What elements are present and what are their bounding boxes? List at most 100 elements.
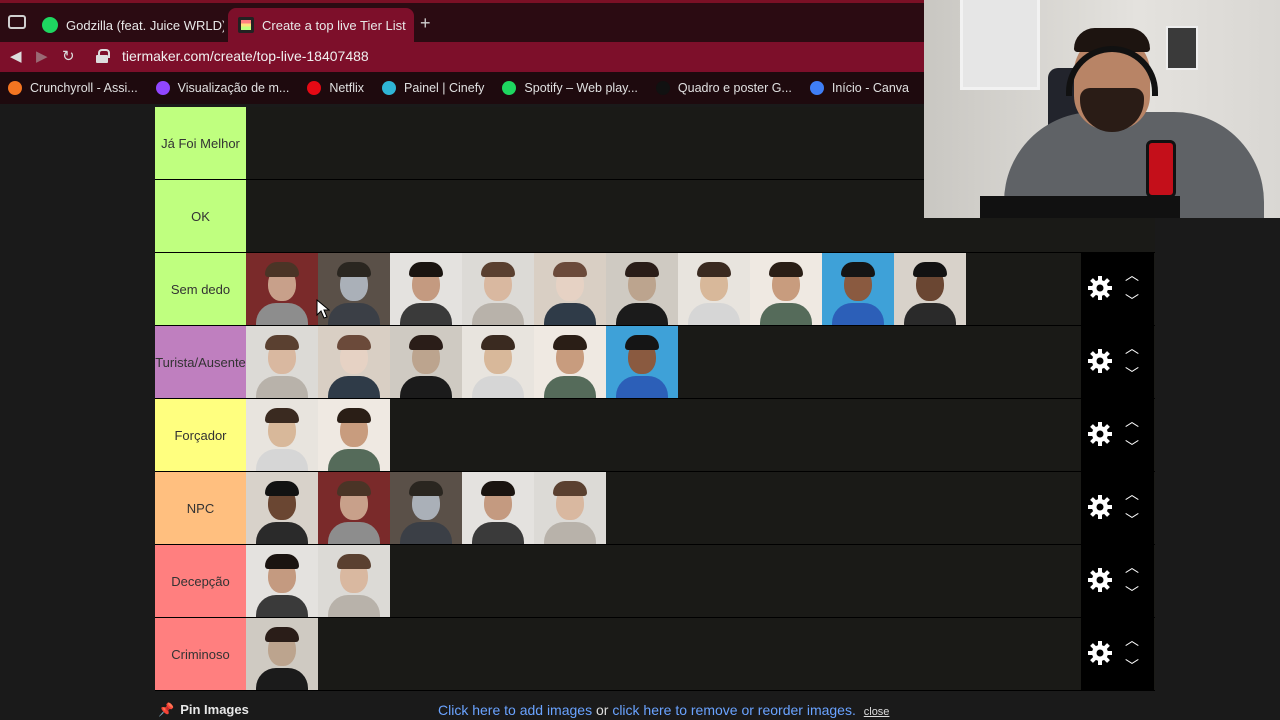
gear-icon[interactable]	[1087, 567, 1113, 593]
tier-row: Forçador ︿ ﹀	[155, 399, 1155, 472]
tier-image[interactable]	[246, 399, 318, 471]
address-bar: ◀ ▶ ↻ tiermaker.com/create/top-live-1840…	[0, 42, 924, 72]
tier-image[interactable]	[462, 326, 534, 398]
photo-hair	[337, 554, 371, 569]
tier-label[interactable]: Criminoso	[155, 618, 246, 690]
tier-image[interactable]	[318, 472, 390, 544]
gear-icon[interactable]	[1087, 494, 1113, 520]
forward-icon[interactable]: ▶	[36, 47, 48, 65]
remove-images-link[interactable]: click here to remove or reorder images.	[612, 702, 856, 718]
photo-body	[616, 303, 668, 325]
lock-icon[interactable]	[96, 49, 110, 63]
bookmarks-bar: Crunchyroll - Assi... Visualização de m..…	[0, 72, 924, 104]
tier-image[interactable]	[534, 326, 606, 398]
tier-image[interactable]	[246, 253, 318, 325]
chevron-up-icon[interactable]: ︿	[1125, 484, 1139, 504]
tier-image[interactable]	[894, 253, 966, 325]
photo-hair	[409, 262, 443, 277]
tier-image[interactable]	[462, 472, 534, 544]
bookmark-label: Netflix	[329, 81, 365, 95]
photo-hair	[481, 335, 515, 350]
tier-image[interactable]	[246, 326, 318, 398]
gear-icon[interactable]	[1087, 348, 1113, 374]
bookmark-item[interactable]: Visualização de m...	[155, 81, 290, 95]
tier-label[interactable]: NPC	[155, 472, 246, 544]
tier-controls: ︿ ﹀	[1081, 399, 1154, 471]
chevron-down-icon[interactable]: ﹀	[1125, 437, 1139, 457]
reload-icon[interactable]: ↻	[62, 47, 75, 65]
tier-image[interactable]	[318, 399, 390, 471]
bookmark-favicon-icon	[502, 81, 517, 95]
chevron-up-icon[interactable]: ︿	[1125, 265, 1139, 285]
tier-image[interactable]	[822, 253, 894, 325]
bookmark-item[interactable]: Crunchyroll - Assi...	[8, 81, 138, 95]
bookmark-label: Spotify – Web play...	[524, 81, 638, 95]
webcam-overlay	[924, 0, 1280, 218]
photo-hair	[337, 262, 371, 277]
tier-label[interactable]: Forçador	[155, 399, 246, 471]
bookmark-item[interactable]: Painel | Cinefy	[382, 81, 484, 95]
or-text: or	[592, 702, 613, 718]
tier-image[interactable]	[390, 253, 462, 325]
tier-image[interactable]	[606, 253, 678, 325]
webcam-poster	[1166, 26, 1198, 70]
tier-label[interactable]: Turista/Ausente	[155, 326, 246, 398]
tab-spotify[interactable]: Godzilla (feat. Juice WRLD)	[32, 8, 224, 42]
gear-icon[interactable]	[1087, 275, 1113, 301]
chevron-down-icon[interactable]: ﹀	[1125, 583, 1139, 603]
tab-search-icon[interactable]	[8, 15, 26, 29]
gear-icon[interactable]	[1087, 421, 1113, 447]
tier-image[interactable]	[462, 253, 534, 325]
chevron-down-icon[interactable]: ﹀	[1125, 291, 1139, 311]
bookmark-label: Visualização de m...	[177, 81, 290, 95]
tier-label[interactable]: Já Foi Melhor	[155, 107, 246, 179]
tier-image[interactable]	[534, 472, 606, 544]
close-link[interactable]: close	[864, 706, 890, 718]
bookmark-label: Painel | Cinefy	[404, 81, 485, 95]
tier-label[interactable]: Decepção	[155, 545, 246, 617]
spotify-icon	[42, 17, 58, 33]
photo-hair	[841, 262, 875, 277]
tier-label[interactable]: Sem dedo	[155, 253, 246, 325]
tier-items	[246, 472, 606, 544]
tab-tiermaker[interactable]: Create a top live Tier List	[228, 8, 414, 42]
tier-image[interactable]	[390, 472, 462, 544]
pin-images-label: Pin Images	[180, 702, 249, 717]
back-icon[interactable]: ◀	[10, 47, 22, 65]
chevron-up-icon[interactable]: ︿	[1125, 338, 1139, 358]
bookmark-item[interactable]: Quadro e poster G...	[655, 81, 792, 95]
add-images-link[interactable]: Click here to add images	[438, 702, 592, 718]
bookmark-item[interactable]: Spotify – Web play...	[502, 81, 638, 95]
tier-label[interactable]: OK	[155, 180, 246, 252]
tier-image[interactable]	[678, 253, 750, 325]
photo-hair	[337, 335, 371, 350]
chevron-up-icon[interactable]: ︿	[1125, 411, 1139, 431]
microphone-icon	[1146, 140, 1176, 198]
tier-image[interactable]	[750, 253, 822, 325]
bookmark-item[interactable]: Netflix	[307, 81, 364, 95]
bookmark-item[interactable]: Início - Canva	[809, 81, 909, 95]
photo-body	[760, 303, 812, 325]
chevron-down-icon[interactable]: ﹀	[1125, 510, 1139, 530]
gear-icon[interactable]	[1087, 640, 1113, 666]
tier-image[interactable]	[606, 326, 678, 398]
tier-image[interactable]	[534, 253, 606, 325]
tier-image[interactable]	[318, 545, 390, 617]
photo-hair	[337, 408, 371, 423]
photo-body	[328, 449, 380, 471]
tier-image[interactable]	[318, 326, 390, 398]
tier-image[interactable]	[390, 326, 462, 398]
chevron-down-icon[interactable]: ﹀	[1125, 364, 1139, 384]
url-field[interactable]: tiermaker.com/create/top-live-18407488	[122, 48, 369, 64]
photo-hair	[769, 262, 803, 277]
tier-image[interactable]	[246, 472, 318, 544]
chevron-down-icon[interactable]: ﹀	[1125, 656, 1139, 676]
pin-images-toggle[interactable]: 📌 Pin Images	[158, 702, 249, 718]
photo-hair	[697, 262, 731, 277]
tier-image[interactable]	[246, 618, 318, 690]
tier-image[interactable]	[246, 545, 318, 617]
new-tab-button[interactable]: +	[420, 14, 431, 32]
chevron-up-icon[interactable]: ︿	[1125, 557, 1139, 577]
tiermaker-icon	[238, 17, 254, 33]
chevron-up-icon[interactable]: ︿	[1125, 630, 1139, 650]
